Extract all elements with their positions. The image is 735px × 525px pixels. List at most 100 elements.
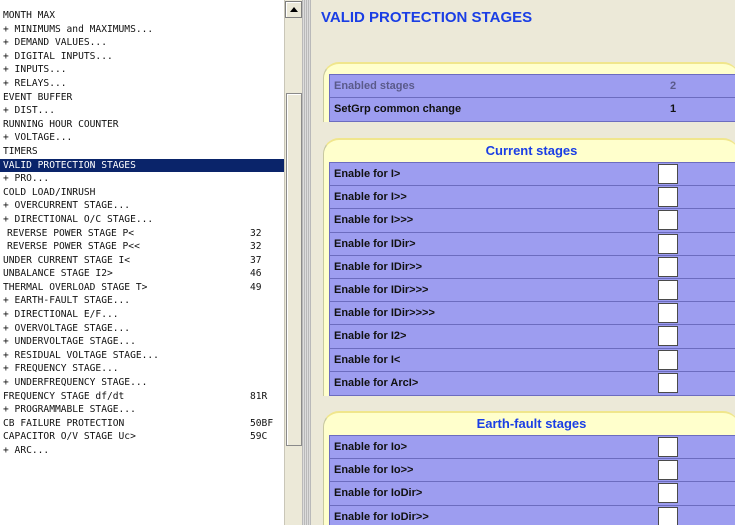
menu-item-code: 50BF <box>250 417 274 429</box>
enable-checkbox[interactable] <box>658 233 678 254</box>
menu-item[interactable]: REVERSE POWER STAGE P< 32 <box>0 227 284 241</box>
menu-item[interactable]: + PROGRAMMABLE STAGE... <box>0 403 284 417</box>
menu-item[interactable]: + OVERCURRENT STAGE... <box>0 199 284 213</box>
menu-item[interactable]: FREQUENCY STAGE df/dt 81R <box>0 390 284 404</box>
setting-label: Enabled stages <box>334 80 415 92</box>
menu-item-label: + ARC... <box>3 445 50 456</box>
menu-item-label: VALID PROTECTION STAGES <box>3 159 136 171</box>
enable-checkbox[interactable] <box>658 437 678 457</box>
menu-list: MONTH MAX + MINIMUMS and MAXIMUMS... + DEM… <box>0 0 284 458</box>
enable-checkbox[interactable] <box>658 303 678 324</box>
enable-checkbox[interactable] <box>658 326 678 347</box>
enable-checkbox[interactable] <box>658 256 678 277</box>
general-settings-panel: Enabled stages 2 SetGrp common change 1 <box>323 62 735 123</box>
menu-item[interactable]: COLD LOAD/INRUSH <box>0 186 284 200</box>
menu-item-label: + DIRECTIONAL O/C STAGE... <box>3 213 154 225</box>
menu-scrollbar[interactable] <box>284 0 302 525</box>
scroll-thumb[interactable] <box>286 93 302 446</box>
menu-item[interactable]: CB FAILURE PROTECTION 50BF <box>0 417 284 431</box>
menu-item-code: 59C <box>250 431 268 443</box>
menu-item-label: + FREQUENCY STAGE... <box>3 363 119 375</box>
splitter[interactable] <box>302 0 311 525</box>
menu-item-label: + RELAYS... <box>3 77 67 89</box>
menu-item-label: UNDER CURRENT STAGE I< <box>3 254 131 266</box>
menu-item[interactable]: + FREQUENCY STAGE... <box>0 362 284 376</box>
menu-item-label: RUNNING HOUR COUNTER <box>3 118 119 130</box>
menu-item[interactable]: TIMERS <box>0 145 284 159</box>
setting-row: Enabled stages 2 <box>330 75 735 99</box>
menu-item[interactable]: + DEMAND VALUES... <box>0 36 284 50</box>
menu-item[interactable]: VALID PROTECTION STAGES <box>0 158 284 173</box>
earth-fault-stages-panel: Earth-fault stages Enable for Io> Enable … <box>323 411 735 525</box>
setting-row: Enable for I>>> <box>330 209 735 233</box>
menu-item[interactable]: + DIRECTIONAL E/F... <box>0 308 284 322</box>
group-heading: Current stages <box>485 143 578 158</box>
setting-row: Enable for Io>> <box>330 459 735 483</box>
menu-item[interactable]: CAPACITOR O/V STAGE Uc> 59C <box>0 430 284 444</box>
menu-item-label: + INPUTS... <box>3 64 67 76</box>
menu-item-code: 81R <box>250 390 268 402</box>
enable-checkbox[interactable] <box>658 279 678 300</box>
setting-row: Enable for Io> <box>330 436 735 460</box>
menu-item-label: + MINIMUMS and MAXIMUMS... <box>3 23 154 35</box>
menu-item[interactable]: + ARC... <box>0 444 284 458</box>
menu-item-label: + UNDERFREQUENCY STAGE... <box>3 377 148 389</box>
enable-checkbox[interactable] <box>658 164 678 184</box>
menu-item[interactable]: + UNDERVOLTAGE STAGE... <box>0 335 284 349</box>
menu-item[interactable]: + EARTH-FAULT STAGE... <box>0 294 284 308</box>
setting-label: Enable for ArcI> <box>334 376 419 389</box>
rows-container: Enable for Io> Enable for Io>> Enable for … <box>329 435 735 525</box>
enable-checkbox[interactable] <box>658 506 678 525</box>
setting-label: Enable for I>> <box>334 191 407 204</box>
menu-item[interactable]: THERMAL OVERLOAD STAGE T> 49 <box>0 281 284 295</box>
menu-item[interactable]: + UNDERFREQUENCY STAGE... <box>0 376 284 390</box>
menu-item[interactable]: EVENT BUFFER <box>0 91 284 105</box>
setting-label: Enable for I< <box>334 353 401 366</box>
menu-item[interactable]: + DIRECTIONAL O/C STAGE... <box>0 213 284 227</box>
menu-item[interactable]: MONTH MAX <box>0 9 284 23</box>
menu-item[interactable]: + DIGITAL INPUTS... <box>0 50 284 64</box>
enable-checkbox[interactable] <box>658 210 678 231</box>
content-pane: VALID PROTECTION STAGES Enabled stages 2 S… <box>311 0 735 525</box>
menu-item-label: + DIGITAL INPUTS... <box>3 50 113 62</box>
enable-checkbox[interactable] <box>658 483 678 504</box>
setting-row: Enable for IDir> <box>330 233 735 256</box>
menu-item[interactable]: + INPUTS... <box>0 63 284 77</box>
menu-item[interactable]: UNBALANCE STAGE I2> 46 <box>0 267 284 281</box>
menu-item[interactable]: RUNNING HOUR COUNTER <box>0 118 284 132</box>
menu-item[interactable]: + MINIMUMS and MAXIMUMS... <box>0 23 284 37</box>
menu-item[interactable]: UNDER CURRENT STAGE I< 37 <box>0 254 284 268</box>
menu-item[interactable]: + DIST... <box>0 104 284 118</box>
menu-item-code: 49 <box>250 281 262 293</box>
setting-row: Enable for IDir>> <box>330 256 735 279</box>
menu-item-label: + VOLTAGE... <box>3 132 73 144</box>
menu-item-label: FREQUENCY STAGE df/dt <box>3 390 125 402</box>
setting-row: Enable for IoDir> <box>330 482 735 506</box>
menu-item[interactable]: + OVERVOLTAGE STAGE... <box>0 322 284 336</box>
menu-item[interactable]: REVERSE POWER STAGE P<< 32 <box>0 240 284 254</box>
menu-item-label: REVERSE POWER STAGE P< <box>7 227 135 239</box>
menu-item-code: 32 <box>250 241 262 253</box>
enable-checkbox[interactable] <box>658 187 678 208</box>
menu-item-code: 46 <box>250 268 262 280</box>
menu-item[interactable]: + VOLTAGE... <box>0 131 284 145</box>
setting-row: Enable for ArcI> <box>330 372 735 395</box>
enable-checkbox[interactable] <box>658 372 678 393</box>
setting-label: Enable for IoDir> <box>334 487 423 500</box>
setting-value[interactable]: 2 <box>663 80 683 92</box>
scroll-up-button[interactable] <box>285 1 302 18</box>
menu-item[interactable]: + PRO... <box>0 172 284 186</box>
setting-row: Enable for IDir>>> <box>330 279 735 303</box>
setting-label: Enable for Io> <box>334 441 408 453</box>
menu-item[interactable]: + RELAYS... <box>0 77 284 91</box>
menu-item-label: COLD LOAD/INRUSH <box>3 186 96 198</box>
setting-label: Enable for I> <box>334 168 401 180</box>
menu-item[interactable]: + RESIDUAL VOLTAGE STAGE... <box>0 349 284 363</box>
group-heading: Earth-fault stages <box>476 416 587 431</box>
enable-checkbox[interactable] <box>658 460 678 481</box>
setting-row: Enable for IDir>>>> <box>330 302 735 326</box>
enable-checkbox[interactable] <box>658 349 678 370</box>
setting-value[interactable]: 1 <box>663 103 683 115</box>
rows-container: Enabled stages 2 SetGrp common change 1 <box>329 74 735 123</box>
setting-row: Enable for I> <box>330 163 735 187</box>
